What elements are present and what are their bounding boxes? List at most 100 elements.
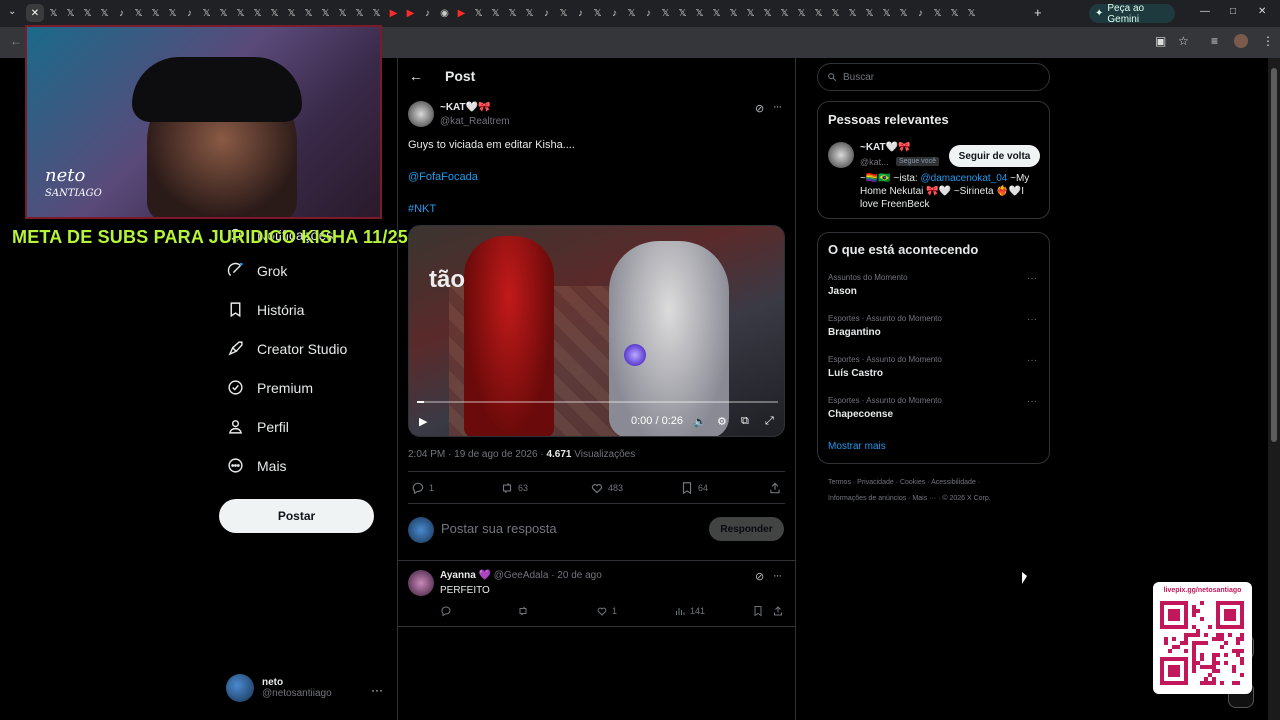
close-window-button[interactable]: ✕ xyxy=(1258,6,1266,17)
tab-x-icon[interactable]: 𝕏 xyxy=(199,4,214,22)
tab-x-icon[interactable]: 𝕏 xyxy=(862,4,877,22)
tab-tiktok-icon[interactable]: ♪ xyxy=(539,4,554,22)
commenter-name[interactable]: Ayanna 💜 xyxy=(440,570,491,581)
grok-explain-icon[interactable]: ⊘ xyxy=(755,102,764,115)
reply-button[interactable]: Responder xyxy=(709,517,784,541)
trend-more-icon[interactable]: ··· xyxy=(1027,355,1037,366)
bookmark-action[interactable]: 64 xyxy=(680,481,708,495)
minimize-button[interactable]: — xyxy=(1200,6,1210,17)
tab-x-icon[interactable]: 𝕏 xyxy=(505,4,520,22)
tab-x-icon[interactable]: 𝕏 xyxy=(97,4,112,22)
tab-x-icon[interactable]: 𝕏 xyxy=(726,4,741,22)
nav-more[interactable]: Mais xyxy=(227,457,287,474)
maximize-button[interactable]: □ xyxy=(1230,6,1236,17)
settings-icon[interactable]: ⚙ xyxy=(717,415,727,428)
media-control-icon[interactable]: ≡ xyxy=(1211,34,1218,48)
tab-tiktok-icon[interactable]: ♪ xyxy=(913,4,928,22)
post-mention-link[interactable]: @FofaFocada xyxy=(408,171,478,183)
tab-x-icon[interactable]: 𝕏 xyxy=(624,4,639,22)
tab-x-icon[interactable]: 𝕏 xyxy=(811,4,826,22)
tab-x-icon[interactable]: 𝕏 xyxy=(947,4,962,22)
back-arrow-icon[interactable]: ← xyxy=(409,68,423,84)
tab-x-icon[interactable]: 𝕏 xyxy=(556,4,571,22)
trend-name[interactable]: Chapecoense xyxy=(828,409,893,420)
trend-name[interactable]: Jason xyxy=(828,286,857,297)
tab-x-icon[interactable]: 𝕏 xyxy=(131,4,146,22)
nav-profile[interactable]: Perfil xyxy=(227,418,289,435)
tab-tiktok-icon[interactable]: ♪ xyxy=(641,4,656,22)
tab-tiktok-icon[interactable]: ♪ xyxy=(607,4,622,22)
bio-mention-link[interactable]: @damacenokat_04 xyxy=(920,173,1007,184)
tab-x-icon[interactable]: 𝕏 xyxy=(233,4,248,22)
reply-input[interactable]: Postar sua resposta xyxy=(441,521,557,536)
follow-back-button[interactable]: Seguir de volta xyxy=(949,145,1040,167)
grok-explain-icon[interactable]: ⊘ xyxy=(755,570,764,583)
play-icon[interactable]: ▶ xyxy=(419,415,427,428)
nav-history[interactable]: História xyxy=(227,301,304,318)
relevant-user-handle[interactable]: @kat... xyxy=(860,157,889,167)
tab-search-chevron-icon[interactable]: ⌄ xyxy=(8,6,16,17)
trend-name[interactable]: Luís Castro xyxy=(828,368,883,379)
tab-tiktok-icon[interactable]: ♪ xyxy=(182,4,197,22)
nav-premium[interactable]: Premium xyxy=(227,379,313,396)
gemini-button[interactable]: ✦ Peça ao Gemini xyxy=(1089,3,1175,25)
tab-x-icon[interactable]: 𝕏 xyxy=(760,4,775,22)
tab-x-icon[interactable]: 𝕏 xyxy=(216,4,231,22)
tab-x-icon[interactable]: 𝕏 xyxy=(335,4,350,22)
search-input[interactable]: Buscar xyxy=(817,63,1050,91)
post-hashtag-link[interactable]: #NKT xyxy=(408,203,436,215)
tab-x-icon[interactable]: 𝕏 xyxy=(301,4,316,22)
account-more-icon[interactable]: ··· xyxy=(371,683,383,697)
back-icon[interactable]: ← xyxy=(10,34,22,48)
tab-x-icon[interactable]: 𝕏 xyxy=(658,4,673,22)
tab-youtube-icon[interactable]: ▶ xyxy=(386,4,401,22)
author-name[interactable]: ~KAT🤍🎀 xyxy=(440,102,491,113)
tab-x-icon[interactable]: 𝕏 xyxy=(794,4,809,22)
comment-repost-action[interactable] xyxy=(517,605,529,617)
tab-x-icon[interactable]: 𝕏 xyxy=(590,4,605,22)
nav-grok[interactable]: Grok xyxy=(227,262,287,279)
post-more-icon[interactable]: ··· xyxy=(773,101,782,113)
comment-bookmark-action[interactable] xyxy=(752,605,764,617)
reply-action[interactable]: 1 xyxy=(411,481,434,495)
tab-x-icon[interactable]: 𝕏 xyxy=(879,4,894,22)
menu-icon[interactable]: ⋮ xyxy=(1262,34,1274,48)
comment-like-action[interactable]: 1 xyxy=(596,605,617,617)
scrollbar-thumb[interactable] xyxy=(1271,68,1277,442)
author-handle[interactable]: @kat_Realtrem xyxy=(440,116,510,127)
pip-icon[interactable]: ⧉ xyxy=(741,415,749,428)
commenter-handle[interactable]: @GeeAdala xyxy=(494,570,549,581)
tab-x-icon[interactable]: 𝕏 xyxy=(709,4,724,22)
tab-x-icon[interactable]: 𝕏 xyxy=(675,4,690,22)
tab-tiktok-icon[interactable]: ♪ xyxy=(420,4,435,22)
tab-x-icon[interactable]: 𝕏 xyxy=(148,4,163,22)
footer-links[interactable]: Informações de anúncios · Mais ··· · © 2… xyxy=(828,495,991,502)
trend-more-icon[interactable]: ··· xyxy=(1027,314,1037,325)
tab-active[interactable]: ✕ xyxy=(26,4,44,22)
comment-reply-action[interactable] xyxy=(440,605,452,617)
tab-youtube-icon[interactable]: ▶ xyxy=(403,4,418,22)
tab-x-icon[interactable]: 𝕏 xyxy=(352,4,367,22)
share-action[interactable] xyxy=(768,481,782,495)
commenter-avatar[interactable] xyxy=(408,570,434,596)
trend-name[interactable]: Bragantino xyxy=(828,327,881,338)
tab-x-icon[interactable]: 𝕏 xyxy=(267,4,282,22)
tab-x-icon[interactable]: 𝕏 xyxy=(471,4,486,22)
relevant-user-name[interactable]: ~KAT🤍🎀 xyxy=(860,142,911,153)
trend-more-icon[interactable]: ··· xyxy=(1027,273,1037,284)
star-icon[interactable]: ☆ xyxy=(1178,34,1189,48)
cast-icon[interactable]: ▣ xyxy=(1155,34,1166,48)
tab-x-icon[interactable]: 𝕏 xyxy=(692,4,707,22)
tab-tiktok-icon[interactable]: ♪ xyxy=(573,4,588,22)
footer-links[interactable]: Termos · Privacidade · Cookies · Acessib… xyxy=(828,479,980,486)
tab-x-icon[interactable]: 𝕏 xyxy=(777,4,792,22)
comment-share-action[interactable] xyxy=(772,605,784,617)
tab-x-icon[interactable]: 𝕏 xyxy=(46,4,61,22)
account-switcher[interactable]: neto @netosantiiago xyxy=(226,674,332,702)
tab-x-icon[interactable]: 𝕏 xyxy=(896,4,911,22)
tab-x-icon[interactable]: 𝕏 xyxy=(284,4,299,22)
tab-x-icon[interactable]: 𝕏 xyxy=(369,4,384,22)
tab-x-icon[interactable]: 𝕏 xyxy=(964,4,979,22)
video-progress-bar[interactable] xyxy=(417,401,778,403)
tab-tiktok-icon[interactable]: ♪ xyxy=(114,4,129,22)
